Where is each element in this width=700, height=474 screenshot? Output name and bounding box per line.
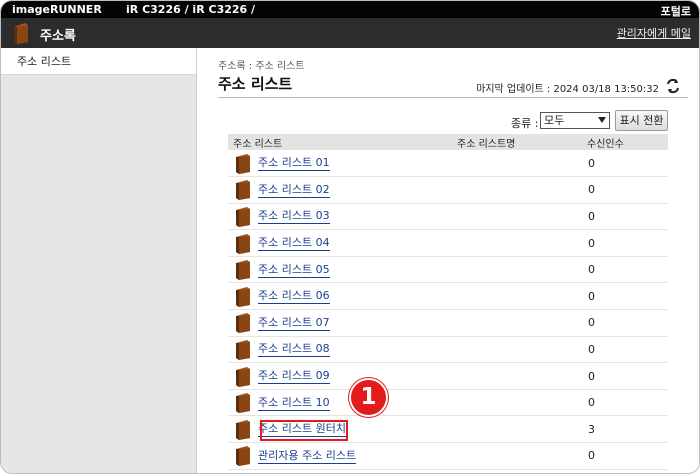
cell-recipient-count: 0 bbox=[582, 389, 668, 417]
type-select-value: 모두 bbox=[544, 114, 565, 127]
cell-list-name bbox=[452, 256, 582, 284]
table-row: 주소 리스트 02 0 bbox=[228, 176, 668, 204]
address-book-icon bbox=[236, 206, 250, 227]
cell-list-name bbox=[452, 229, 582, 257]
address-book-icon bbox=[236, 233, 250, 254]
address-list-link[interactable]: 주소 리스트 03 bbox=[258, 209, 330, 225]
top-bar: imageRUNNER iR C3226 / iR C3226 / 포털로 bbox=[1, 1, 699, 18]
table-row: 주소 리스트 07 0 bbox=[228, 309, 668, 337]
header-address-list: 주소 리스트 bbox=[228, 134, 452, 150]
address-book-icon bbox=[236, 260, 250, 281]
table-row: 주소 리스트 05 0 bbox=[228, 256, 668, 284]
cell-list-name bbox=[452, 389, 582, 417]
sidebar: 주소 리스트 bbox=[1, 48, 197, 473]
address-book-icon bbox=[236, 339, 250, 360]
step-marker: 1 bbox=[349, 378, 388, 417]
cell-recipient-count: 0 bbox=[582, 203, 668, 231]
cell-list-name bbox=[452, 442, 582, 470]
cell-address-list: 주소 리스트 10 bbox=[228, 389, 452, 417]
cell-list-name bbox=[452, 362, 582, 390]
address-list-link[interactable]: 주소 리스트 06 bbox=[258, 289, 330, 305]
address-list-link[interactable]: 주소 리스트 07 bbox=[258, 315, 330, 331]
cell-address-list: 주소 리스트 04 bbox=[228, 229, 452, 257]
cell-address-list: 주소 리스트 01 bbox=[228, 150, 452, 178]
cell-recipient-count: 0 bbox=[582, 362, 668, 390]
cell-address-list: 관리자용 주소 리스트 bbox=[228, 442, 452, 470]
address-list-link[interactable]: 주소 리스트 08 bbox=[258, 342, 330, 358]
cell-recipient-count: 0 bbox=[582, 256, 668, 284]
refresh-icon[interactable] bbox=[665, 78, 681, 94]
header-list-name: 주소 리스트명 bbox=[452, 134, 582, 150]
cell-address-list: 주소 리스트 02 bbox=[228, 176, 452, 204]
highlight-box bbox=[260, 420, 348, 441]
display-switch-button[interactable]: 표시 전환 bbox=[615, 110, 668, 131]
cell-recipient-count: 0 bbox=[582, 176, 668, 204]
cell-list-name bbox=[452, 150, 582, 178]
title-divider bbox=[218, 97, 688, 98]
breadcrumb: 주소록 : 주소 리스트 bbox=[218, 61, 305, 72]
address-list-link[interactable]: 관리자용 주소 리스트 bbox=[258, 448, 357, 464]
address-book-icon bbox=[236, 313, 250, 334]
table-row: 관리자용 주소 리스트 0 bbox=[228, 442, 668, 470]
table-header-row: 주소 리스트 주소 리스트명 수신인수 bbox=[228, 134, 668, 150]
cell-list-name bbox=[452, 309, 582, 337]
brand-label: imageRUNNER bbox=[12, 3, 102, 16]
address-book-icon bbox=[14, 23, 28, 44]
address-book-icon bbox=[236, 366, 250, 387]
cell-address-list: 주소 리스트 09 bbox=[228, 362, 452, 390]
header-recipient-count: 수신인수 bbox=[582, 134, 668, 150]
address-list-link[interactable]: 주소 리스트 02 bbox=[258, 182, 330, 198]
cell-address-list: 주소 리스트 08 bbox=[228, 336, 452, 364]
cell-recipient-count: 0 bbox=[582, 336, 668, 364]
cell-list-name bbox=[452, 282, 582, 311]
address-list-link[interactable]: 주소 리스트 04 bbox=[258, 236, 330, 252]
address-list-link[interactable]: 주소 리스트 10 bbox=[258, 395, 330, 411]
app-title: 주소록 bbox=[40, 29, 76, 44]
cell-recipient-count: 0 bbox=[582, 309, 668, 337]
cell-list-name bbox=[452, 336, 582, 364]
table-row: 주소 리스트 10 0 bbox=[228, 389, 668, 417]
address-book-icon bbox=[236, 180, 250, 201]
title-bar: 주소록 관리자에게 메일 bbox=[1, 18, 699, 48]
cell-list-name bbox=[452, 415, 582, 444]
portal-link[interactable]: 포털로 bbox=[661, 3, 691, 19]
sidebar-item-address-list[interactable]: 주소 리스트 bbox=[1, 48, 196, 75]
cell-recipient-count: 0 bbox=[582, 229, 668, 257]
address-list-link[interactable]: 주소 리스트 05 bbox=[258, 262, 330, 278]
cell-list-name bbox=[452, 203, 582, 231]
address-book-icon bbox=[236, 446, 250, 467]
address-book-icon bbox=[236, 286, 250, 307]
browser-frame: imageRUNNER iR C3226 / iR C3226 / 포털로 주소… bbox=[0, 0, 700, 474]
cell-address-list: 주소 리스트 06 bbox=[228, 282, 452, 311]
address-book-icon bbox=[236, 419, 250, 440]
cell-recipient-count: 0 bbox=[582, 442, 668, 470]
cell-address-list: 주소 리스트 03 bbox=[228, 203, 452, 231]
address-book-icon bbox=[236, 393, 250, 414]
table-row: 주소 리스트 01 0 bbox=[228, 150, 668, 178]
table-row: 주소 리스트 03 0 bbox=[228, 203, 668, 231]
cell-address-list: 주소 리스트 05 bbox=[228, 256, 452, 284]
page-title: 주소 리스트 bbox=[218, 75, 293, 93]
table-row: 주소 리스트 09 0 bbox=[228, 362, 668, 390]
cell-list-name bbox=[452, 176, 582, 204]
cell-recipient-count: 0 bbox=[582, 282, 668, 311]
model-label: iR C3226 / iR C3226 / bbox=[126, 3, 256, 16]
table-row: 주소 리스트 08 0 bbox=[228, 336, 668, 364]
main-content: 주소록 : 주소 리스트 주소 리스트 마지막 업데이트 : 2024 03/1… bbox=[197, 48, 699, 473]
table-row: 주소 리스트 06 0 bbox=[228, 282, 668, 311]
admin-mail-link[interactable]: 관리자에게 메일 bbox=[617, 25, 691, 41]
table-row: 주소 리스트 04 0 bbox=[228, 229, 668, 257]
last-update: 마지막 업데이트 : 2024 03/18 13:50:32 bbox=[476, 84, 659, 95]
address-list-link[interactable]: 주소 리스트 09 bbox=[258, 369, 330, 385]
cell-address-list: 주소 리스트 07 bbox=[228, 309, 452, 337]
address-list-link[interactable]: 주소 리스트 01 bbox=[258, 156, 330, 172]
cell-recipient-count: 0 bbox=[582, 150, 668, 178]
address-book-icon bbox=[236, 153, 250, 174]
filter-label: 종류 : bbox=[511, 117, 539, 130]
chevron-down-icon bbox=[598, 117, 606, 123]
cell-recipient-count: 3 bbox=[582, 415, 668, 444]
type-select[interactable]: 모두 bbox=[540, 112, 610, 129]
